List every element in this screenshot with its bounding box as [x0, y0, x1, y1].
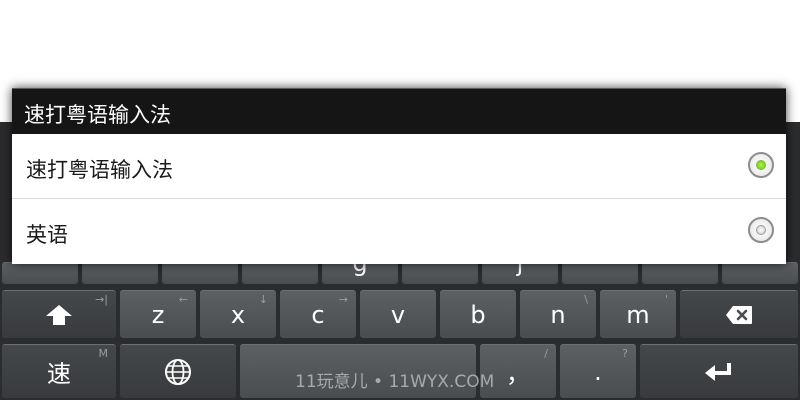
shift-arrow-icon [46, 305, 72, 325]
radio-dot-unselected-icon [756, 225, 766, 235]
dialog-title: 速打粤语输入法 [12, 88, 786, 134]
option-label: 英语 [26, 223, 68, 247]
key-n-hint: \ [584, 293, 588, 306]
radio-button-unselected[interactable] [748, 217, 774, 243]
input-method-option-cantonese[interactable]: 速打粤语输入法 [12, 134, 786, 199]
watermark-text: 11玩意儿 • 11WYX.COM [295, 372, 495, 392]
backspace-icon [725, 305, 753, 325]
key-x-label: x [230, 300, 246, 329]
key-h[interactable] [402, 262, 478, 284]
input-mode-key[interactable]: M 速 [2, 344, 116, 398]
period-hint: ? [622, 347, 628, 360]
key-x-hint: ↓ [258, 293, 268, 306]
key-m-hint: ' [664, 293, 668, 306]
key-c[interactable]: → c [280, 290, 356, 338]
shift-key[interactable]: →| [2, 290, 116, 338]
enter-arrow-icon [704, 361, 734, 383]
globe-icon [164, 358, 192, 386]
backspace-key[interactable] [680, 290, 798, 338]
key-g[interactable]: g [322, 249, 398, 284]
key-v-label: v [390, 300, 406, 329]
key-l[interactable] [642, 262, 718, 284]
key-n[interactable]: \ n [520, 290, 596, 338]
input-method-list: 速打粤语输入法 英语 [12, 134, 786, 264]
key-f[interactable] [242, 262, 318, 284]
radio-button-selected[interactable] [748, 152, 774, 178]
period-key[interactable]: ? . [560, 344, 636, 398]
key-x[interactable]: ↓ x [200, 290, 276, 338]
key-s[interactable] [82, 262, 158, 284]
key-b[interactable]: b [440, 290, 516, 338]
comma-hint: / [544, 347, 548, 360]
key-z-hint: ← [178, 293, 188, 306]
enter-key[interactable] [640, 344, 798, 398]
option-label: 速打粤语输入法 [26, 158, 173, 182]
key-z-label: z [151, 300, 165, 329]
period-label: . [594, 357, 602, 386]
comma-label: ， [506, 360, 530, 388]
input-method-option-english[interactable]: 英语 [12, 199, 786, 264]
key-c-hint: → [338, 293, 348, 306]
shift-hint: →| [95, 293, 108, 306]
input-mode-hint: M [98, 347, 109, 360]
key-m[interactable]: ' m [600, 290, 676, 338]
key-n-label: n [550, 300, 566, 329]
input-mode-label: 速 [47, 360, 71, 388]
key-c-label: c [311, 300, 325, 329]
key-z[interactable]: ← z [120, 290, 196, 338]
key-j[interactable]: j [482, 249, 558, 284]
key-d[interactable] [162, 262, 238, 284]
language-key[interactable] [120, 344, 236, 398]
key-a[interactable] [2, 262, 78, 284]
key-k[interactable] [562, 262, 638, 284]
key-m-label: m [626, 300, 650, 329]
radio-dot-selected-icon [756, 160, 766, 170]
key-v[interactable]: v [360, 290, 436, 338]
input-method-dialog: 速打粤语输入法 速打粤语输入法 英语 [12, 88, 786, 264]
key-question[interactable] [722, 262, 798, 284]
key-b-label: b [470, 300, 486, 329]
